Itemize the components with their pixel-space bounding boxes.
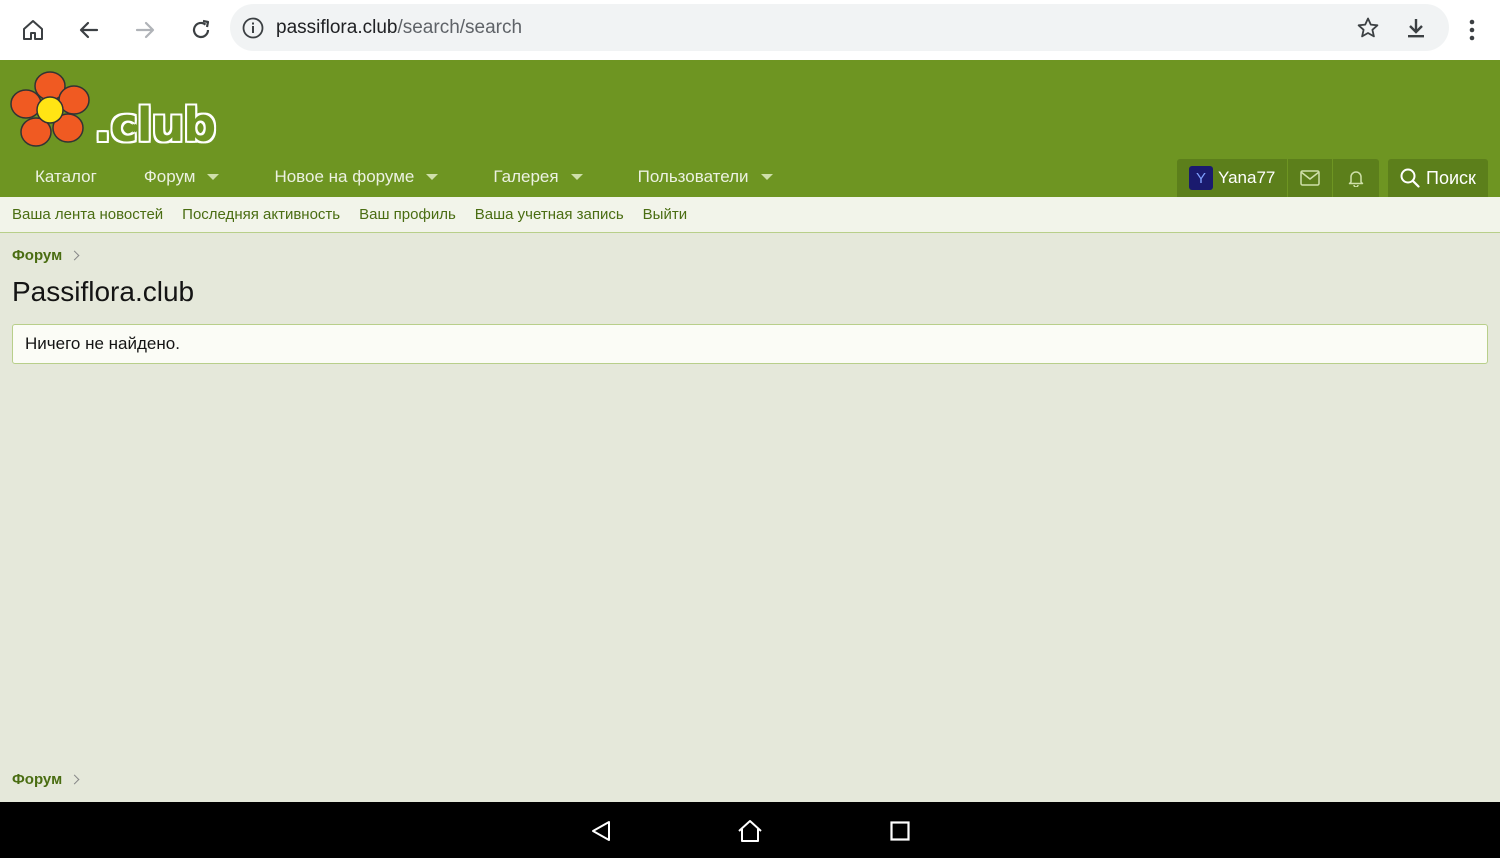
caret-down-icon[interactable] xyxy=(426,174,439,180)
inbox-button[interactable] xyxy=(1288,159,1334,197)
subnav-your-account[interactable]: Ваша учетная запись xyxy=(475,206,624,223)
envelope-icon xyxy=(1300,170,1321,186)
nav-tab-catalog[interactable]: Каталог xyxy=(0,158,109,196)
home-icon[interactable] xyxy=(17,14,49,46)
nav-tab-forum[interactable]: Форум xyxy=(109,158,240,196)
alerts-button[interactable] xyxy=(1333,159,1379,197)
more-menu-icon[interactable] xyxy=(1460,14,1484,46)
chevron-right-icon xyxy=(69,250,80,261)
nav-tab-members[interactable]: Пользователи xyxy=(603,158,793,196)
breadcrumb-forum-link[interactable]: Форум xyxy=(12,771,62,788)
logo-text: .club xyxy=(94,98,216,152)
subnav-news-feed[interactable]: Ваша лента новостей xyxy=(12,206,163,223)
site-logo[interactable]: .club xyxy=(10,70,220,152)
android-nav-bar xyxy=(0,802,1500,858)
nav-tab-label: Галерея xyxy=(493,167,559,186)
caret-down-icon[interactable] xyxy=(207,174,220,180)
breadcrumb-bottom: Форум xyxy=(12,771,80,788)
nav-tab-new-posts[interactable]: Новое на форуме xyxy=(239,158,458,196)
back-icon[interactable] xyxy=(73,14,105,46)
subnav-latest-activity[interactable]: Последняя активность xyxy=(182,206,340,223)
info-icon[interactable] xyxy=(240,15,266,41)
nav-tab-gallery[interactable]: Галерея xyxy=(458,158,602,196)
page-title: Passiflora.club xyxy=(12,276,195,307)
reload-icon[interactable] xyxy=(185,14,217,46)
main-nav: Каталог Форум Новое на форуме Галерея По… xyxy=(0,158,793,196)
bell-icon xyxy=(1349,171,1364,187)
subnav-your-profile[interactable]: Ваш профиль xyxy=(359,206,456,223)
no-results-message: Ничего не найдено. xyxy=(12,324,1488,364)
nav-tab-label: Новое на форуме xyxy=(274,167,415,186)
chevron-right-icon xyxy=(69,774,80,785)
address-bar[interactable]: passiflora.club/search/search xyxy=(230,4,1449,51)
caret-down-icon[interactable] xyxy=(760,174,773,180)
url-path: /search/search xyxy=(397,17,523,38)
android-recents-icon[interactable] xyxy=(885,816,915,846)
caret-down-icon[interactable] xyxy=(570,174,583,180)
site-header: .club Каталог Форум Новое на форуме Гале… xyxy=(0,60,1500,197)
bookmark-star-icon[interactable] xyxy=(1354,14,1382,42)
search-label: Поиск xyxy=(1426,167,1476,188)
breadcrumb-top: Форум xyxy=(12,247,80,264)
android-home-icon[interactable] xyxy=(735,816,765,846)
flower-icon xyxy=(10,71,90,147)
account-button[interactable]: Y Yana77 xyxy=(1177,159,1289,197)
url-text[interactable]: passiflora.club/search/search xyxy=(276,17,522,39)
browser-toolbar: passiflora.club/search/search xyxy=(0,0,1500,60)
search-icon xyxy=(1400,168,1420,188)
download-icon[interactable] xyxy=(1402,14,1430,42)
breadcrumb-forum-link[interactable]: Форум xyxy=(12,247,62,264)
subnav-log-out[interactable]: Выйти xyxy=(643,206,687,223)
forward-icon[interactable] xyxy=(129,14,161,46)
url-host: passiflora.club xyxy=(276,17,398,38)
search-button[interactable]: Поиск xyxy=(1388,159,1488,197)
nav-tab-label: Форум xyxy=(143,167,196,186)
username: Yana77 xyxy=(1218,168,1276,187)
sub-nav: Ваша лента новостей Последняя активность… xyxy=(0,197,1500,233)
nav-tab-label: Каталог xyxy=(35,167,97,186)
user-menu: Y Yana77 xyxy=(1177,159,1380,197)
nav-tab-label: Пользователи xyxy=(637,167,749,186)
avatar: Y xyxy=(1189,166,1213,190)
no-results-text: Ничего не найдено. xyxy=(25,334,180,353)
android-back-icon[interactable] xyxy=(586,816,616,846)
